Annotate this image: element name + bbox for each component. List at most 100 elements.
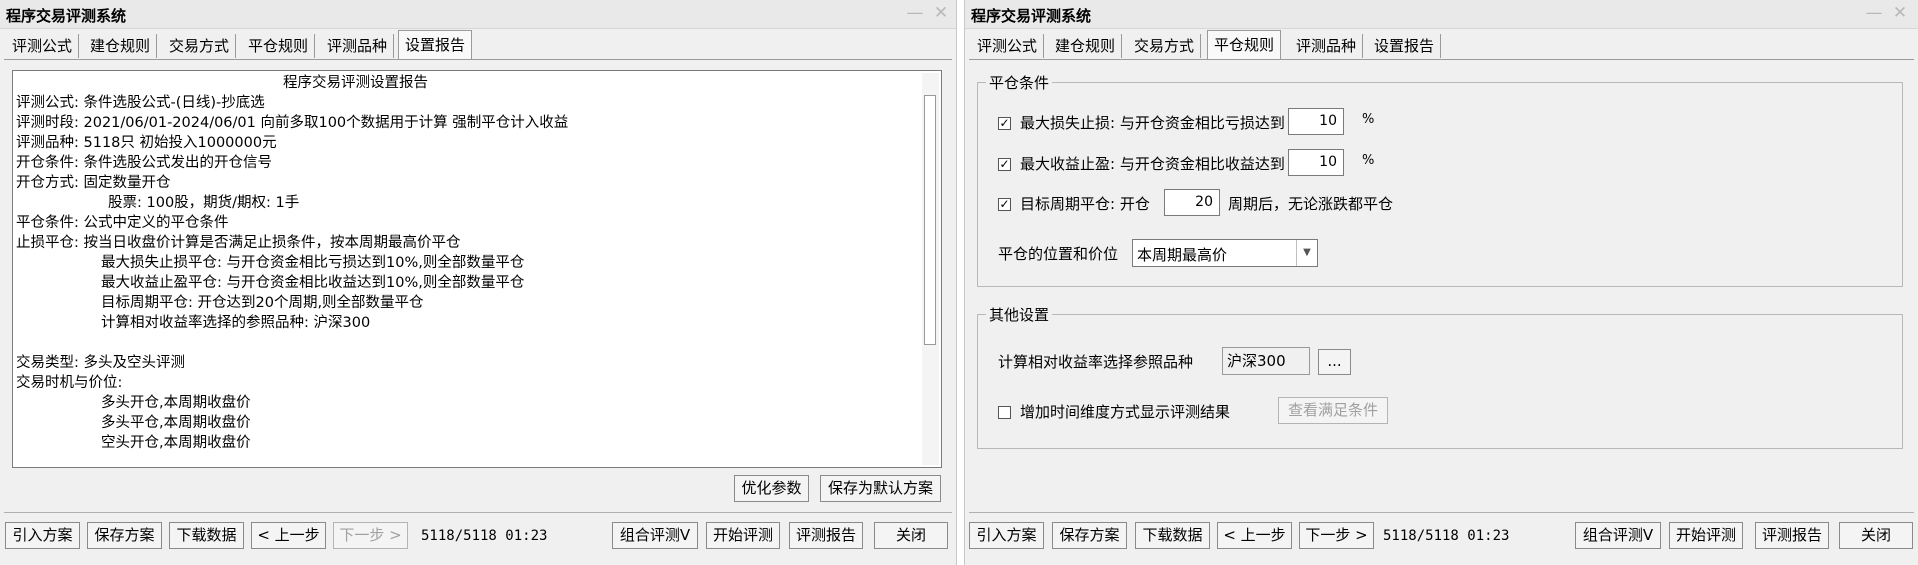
max-gain-label: 最大收益止盈: 与开仓资金相比收益达到 [1020, 155, 1285, 173]
tab-trade-mode[interactable]: 交易方式 [1128, 34, 1202, 58]
optimize-params-button[interactable]: 优化参数 [734, 475, 809, 502]
chevron-down-icon[interactable]: ▼ [1296, 240, 1317, 266]
max-gain-checkbox[interactable]: ✓ [998, 158, 1011, 171]
report-line: 开仓条件: 条件选股公式发出的开仓信号 [16, 155, 272, 171]
save-scheme-button[interactable]: 保存方案 [1052, 522, 1127, 549]
close-button[interactable]: 关闭 [874, 522, 948, 549]
report-line: 股票: 100股，期货/期权: 1手 [108, 195, 300, 211]
target-period-suffix: 周期后，无论涨跌都平仓 [1228, 195, 1394, 213]
save-default-button[interactable]: 保存为默认方案 [820, 475, 941, 502]
start-eval-button[interactable]: 开始评测 [1669, 522, 1743, 549]
target-period-label: 目标周期平仓: 开仓 [1020, 195, 1150, 213]
report-line: 多头开仓,本周期收盘价 [101, 395, 251, 411]
report-heading: 程序交易评测设置报告 [283, 75, 428, 91]
close-position-value: 本周期最高价 [1137, 246, 1228, 264]
save-scheme-button[interactable]: 保存方案 [87, 522, 162, 549]
close-position-label: 平仓的位置和价位 [998, 245, 1119, 263]
footer-divider [969, 512, 1914, 513]
report-line: 空头开仓,本周期收盘价 [101, 435, 251, 451]
tab-close-rules[interactable]: 平仓规则 [1207, 30, 1282, 60]
report-textarea[interactable]: 程序交易评测设置报告 评测公式: 条件选股公式-(日线)-抄底选 评测时段: 2… [12, 70, 942, 468]
progress-status: 5118/5118 01:23 [1383, 528, 1510, 544]
report-line: 最大损失止损平仓: 与开仓资金相比亏损达到10%,则全部数量平仓 [101, 255, 525, 271]
tab-report[interactable]: 设置报告 [1368, 34, 1442, 58]
close-conditions-group: 平仓条件 ✓ 最大损失止损: 与开仓资金相比亏损达到 10 % ✓ 最大收益止盈… [977, 72, 1903, 287]
combo-eval-button[interactable]: 组合评测V [612, 522, 698, 549]
prev-step-button[interactable]: < 上一步 [251, 522, 326, 549]
report-line: 平仓条件: 公式中定义的平仓条件 [16, 215, 229, 231]
report-line: 目标周期平仓: 开仓达到20个周期,则全部数量平仓 [101, 295, 424, 311]
tab-divider [969, 59, 1914, 60]
tab-open-rules[interactable]: 建仓规则 [84, 34, 158, 58]
max-loss-input[interactable]: 10 [1288, 108, 1344, 135]
time-dimension-checkbox[interactable] [998, 406, 1011, 419]
minimize-icon[interactable]: — [904, 2, 926, 24]
browse-button[interactable]: ... [1318, 349, 1351, 375]
report-window: 程序交易评测系统 — ✕ 评测公式 建仓规则 交易方式 平仓规则 评测品种 设置… [0, 0, 957, 565]
title-bar: 程序交易评测系统 — ✕ [0, 0, 956, 29]
tab-bar: 评测公式 建仓规则 交易方式 平仓规则 评测品种 设置报告 [969, 30, 1914, 60]
report-line: 评测公式: 条件选股公式-(日线)-抄底选 [16, 95, 265, 111]
scrollbar-thumb[interactable] [924, 95, 936, 345]
tab-formula[interactable]: 评测公式 [6, 34, 80, 58]
report-line: 交易类型: 多头及空头评测 [16, 355, 185, 371]
download-data-button[interactable]: 下载数据 [169, 522, 244, 549]
max-loss-label: 最大损失止损: 与开仓资金相比亏损达到 [1020, 114, 1285, 132]
target-period-checkbox[interactable]: ✓ [998, 198, 1011, 211]
report-line: 评测品种: 5118只 初始投入1000000元 [16, 135, 277, 151]
download-data-button[interactable]: 下载数据 [1135, 522, 1210, 549]
window-gap [957, 0, 964, 565]
tab-report[interactable]: 设置报告 [398, 30, 473, 60]
report-line: 开仓方式: 固定数量开仓 [16, 175, 171, 191]
import-scheme-button[interactable]: 引入方案 [969, 522, 1044, 549]
tab-instruments[interactable]: 评测品种 [1290, 34, 1364, 58]
start-eval-button[interactable]: 开始评测 [706, 522, 780, 549]
close-button[interactable]: 关闭 [1839, 522, 1913, 549]
target-period-input[interactable]: 20 [1164, 189, 1220, 216]
close-icon[interactable]: ✕ [930, 2, 952, 24]
window-title: 程序交易评测系统 [971, 7, 1092, 25]
tab-close-rules[interactable]: 平仓规则 [242, 34, 316, 58]
eval-report-button[interactable]: 评测报告 [1755, 522, 1829, 549]
other-settings-group: 其他设置 计算相对收益率选择参照品种 沪深300 ... 增加时间维度方式显示评… [977, 304, 1903, 449]
combo-eval-button[interactable]: 组合评测V [1575, 522, 1661, 549]
max-loss-checkbox[interactable]: ✓ [998, 117, 1011, 130]
next-step-button[interactable]: 下一步 > [1299, 522, 1374, 549]
title-bar: 程序交易评测系统 — ✕ [965, 0, 1918, 29]
prev-step-button[interactable]: < 上一步 [1217, 522, 1292, 549]
max-loss-unit: % [1362, 112, 1375, 127]
group-label: 其他设置 [986, 304, 1053, 325]
report-line: 止损平仓: 按当日收盘价计算是否满足止损条件，按本周期最高价平仓 [16, 235, 461, 251]
view-conditions-button[interactable]: 查看满足条件 [1278, 397, 1388, 424]
report-line: 最大收益止盈平仓: 与开仓资金相比收益达到10%,则全部数量平仓 [101, 275, 525, 291]
tab-formula[interactable]: 评测公式 [971, 34, 1045, 58]
next-step-button[interactable]: 下一步 > [333, 522, 408, 549]
report-line: 评测时段: 2021/06/01-2024/06/01 向前多取100个数据用于… [16, 115, 569, 131]
close-position-select[interactable]: 本周期最高价 ▼ [1132, 239, 1318, 267]
report-scrollbar[interactable] [922, 73, 939, 465]
import-scheme-button[interactable]: 引入方案 [5, 522, 80, 549]
checkmark-icon: ✓ [999, 157, 1010, 171]
progress-status: 5118/5118 01:23 [421, 528, 548, 544]
report-line: 计算相对收益率选择的参照品种: 沪深300 [101, 315, 371, 331]
time-dimension-label: 增加时间维度方式显示评测结果 [1020, 403, 1231, 421]
report-line: 多头平仓,本周期收盘价 [101, 415, 251, 431]
max-gain-input[interactable]: 10 [1288, 149, 1344, 176]
tab-bar: 评测公式 建仓规则 交易方式 平仓规则 评测品种 设置报告 [4, 30, 952, 60]
tab-divider [4, 59, 952, 60]
tab-trade-mode[interactable]: 交易方式 [163, 34, 237, 58]
checkmark-icon: ✓ [999, 197, 1010, 211]
reference-field[interactable]: 沪深300 [1222, 347, 1310, 375]
close-rules-window: 程序交易评测系统 — ✕ 评测公式 建仓规则 交易方式 平仓规则 评测品种 设置… [964, 0, 1918, 565]
window-title: 程序交易评测系统 [6, 7, 127, 25]
checkmark-icon: ✓ [999, 116, 1010, 130]
reference-label: 计算相对收益率选择参照品种 [998, 353, 1194, 371]
report-line: 交易时机与价位: [16, 375, 123, 391]
close-icon[interactable]: ✕ [1889, 2, 1911, 24]
tab-instruments[interactable]: 评测品种 [321, 34, 395, 58]
footer-divider [4, 512, 952, 513]
tab-open-rules[interactable]: 建仓规则 [1049, 34, 1123, 58]
eval-report-button[interactable]: 评测报告 [789, 522, 863, 549]
group-label: 平仓条件 [986, 72, 1053, 93]
minimize-icon[interactable]: — [1863, 2, 1885, 24]
